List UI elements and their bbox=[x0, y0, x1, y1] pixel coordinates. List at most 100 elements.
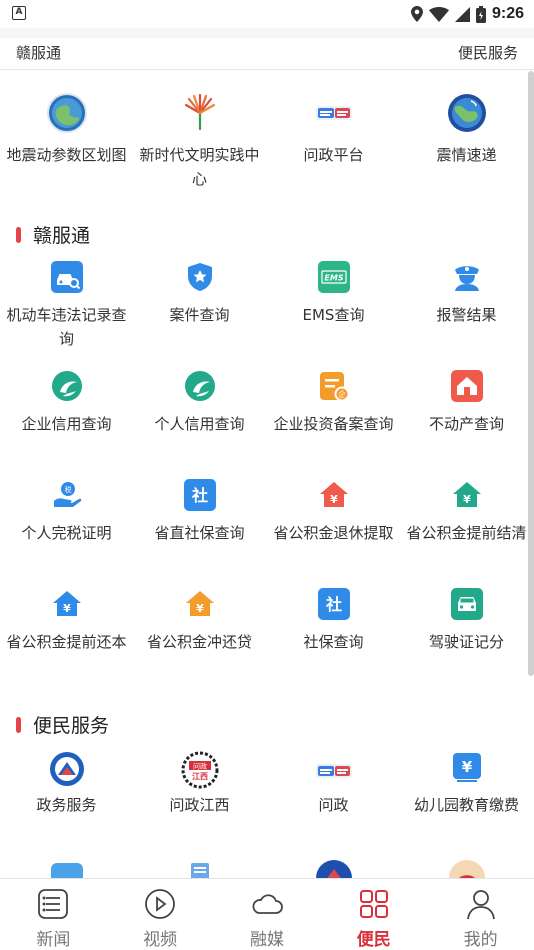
service-real-estate[interactable]: 不动产查询 bbox=[400, 370, 528, 460]
notification-badge-icon: A bbox=[12, 6, 26, 20]
service-wenzheng-jiangxi[interactable]: 问政 江西 问政江西 bbox=[133, 751, 266, 841]
government-emblem-icon bbox=[49, 752, 84, 786]
service-label: 报警结果 bbox=[436, 306, 497, 324]
signal-icon bbox=[454, 6, 470, 22]
category-row: 赣服通 便民服务 bbox=[0, 38, 534, 70]
credit-swirl-icon bbox=[51, 371, 82, 401]
svg-text:¥: ¥ bbox=[196, 602, 204, 615]
nav-video[interactable]: 视频 bbox=[107, 879, 214, 950]
service-government[interactable]: 政务服务 bbox=[0, 751, 133, 841]
service-fund-retirement[interactable]: ¥ 省公积金退休提取 bbox=[267, 479, 400, 569]
bottom-nav: 新闻 视频 融媒 便民 我的 bbox=[0, 878, 534, 950]
status-icons: 9:26 bbox=[410, 3, 524, 25]
svg-text:¥: ¥ bbox=[330, 493, 338, 506]
service-kindergarten-fee[interactable]: ¥ 幼儿园教育缴费 bbox=[400, 751, 528, 841]
service-partial-1[interactable] bbox=[0, 859, 133, 878]
document-enterprise-icon: 企 bbox=[319, 372, 349, 402]
service-vehicle-violation[interactable]: 机动车违法记录查询 bbox=[0, 261, 133, 351]
news-list-icon bbox=[38, 889, 69, 919]
service-label: 问政江西 bbox=[169, 796, 230, 814]
wifi-icon bbox=[428, 6, 449, 22]
service-label: 个人完税证明 bbox=[21, 524, 112, 542]
credit-swirl-icon bbox=[184, 371, 215, 401]
service-provincial-social-security[interactable]: 社 省直社保查询 bbox=[133, 479, 266, 569]
service-label: 不动产查询 bbox=[428, 415, 504, 433]
service-earthquake-map[interactable]: 地震动参数区划图 bbox=[0, 93, 133, 173]
nav-label: 新闻 bbox=[36, 930, 71, 950]
service-personal-credit[interactable]: 个人信用查询 bbox=[133, 370, 266, 460]
nav-label: 我的 bbox=[463, 930, 498, 950]
service-partial-4[interactable] bbox=[400, 859, 528, 878]
service-enterprise-investment[interactable]: 企 企业投资备案查询 bbox=[267, 370, 400, 460]
section-title-convenience: 便民服务 bbox=[16, 711, 109, 738]
svg-text:问政: 问政 bbox=[193, 762, 207, 771]
svg-text:¥: ¥ bbox=[463, 493, 471, 506]
house-yuan-icon: ¥ bbox=[52, 591, 81, 616]
tax-hand-icon: 税 bbox=[53, 482, 81, 507]
nav-convenience[interactable]: 便民 bbox=[320, 879, 427, 950]
status-bar: A 9:26 bbox=[0, 0, 534, 28]
service-partial-2[interactable] bbox=[133, 859, 266, 878]
service-label: 省公积金冲还贷 bbox=[146, 633, 252, 651]
category-left-link[interactable]: 赣服通 bbox=[16, 42, 61, 63]
service-tax-proof[interactable]: 税 个人完税证明 bbox=[0, 479, 133, 569]
service-social-security[interactable]: 社 社保查询 bbox=[267, 588, 400, 678]
wenzheng-logo-icon bbox=[315, 106, 352, 120]
service-label: 社保查询 bbox=[303, 633, 364, 651]
clock-time: 9:26 bbox=[491, 5, 524, 22]
section-title-text: 便民服务 bbox=[33, 715, 110, 737]
service-driver-license-points[interactable]: 驾驶证记分 bbox=[400, 588, 528, 678]
house-icon bbox=[450, 370, 483, 402]
service-fund-early-settle[interactable]: ¥ 省公积金提前结清 bbox=[400, 479, 528, 569]
category-right-link[interactable]: 便民服务 bbox=[458, 42, 518, 63]
grid-apps-icon bbox=[359, 890, 388, 918]
top-strip bbox=[0, 28, 534, 38]
nav-news[interactable]: 新闻 bbox=[0, 879, 107, 950]
svg-text:社: 社 bbox=[324, 595, 341, 614]
svg-text:企: 企 bbox=[338, 389, 346, 399]
house-yuan-icon: ¥ bbox=[452, 482, 481, 507]
service-police-report[interactable]: 报警结果 bbox=[400, 261, 528, 351]
service-ems-query[interactable]: EMS EMS查询 bbox=[267, 261, 400, 351]
services-scroll-area[interactable]: 地震动参数区划图 新时代文明实践中心 问政平台 震情速递 赣服通 机动车违法记录… bbox=[0, 71, 528, 878]
section-title-ganfutong: 赣服通 bbox=[16, 221, 90, 248]
service-label: 问政 bbox=[318, 796, 349, 814]
nav-media[interactable]: 融媒 bbox=[214, 879, 321, 950]
list-icon bbox=[190, 863, 209, 878]
house-yuan-icon: ¥ bbox=[185, 591, 214, 616]
ems-icon: EMS bbox=[317, 261, 350, 293]
car-front-icon bbox=[450, 588, 483, 620]
service-label: 政务服务 bbox=[36, 796, 97, 814]
service-label: 企业信用查询 bbox=[21, 415, 112, 433]
service-label: 省公积金退休提取 bbox=[273, 524, 394, 542]
service-earthquake-express[interactable]: 震情速递 bbox=[400, 93, 528, 173]
nav-label: 融媒 bbox=[249, 930, 284, 950]
nav-mine[interactable]: 我的 bbox=[427, 879, 534, 950]
service-fund-loan-offset[interactable]: ¥ 省公积金冲还贷 bbox=[133, 588, 266, 678]
service-wenzheng-platform[interactable]: 问政平台 bbox=[267, 93, 400, 173]
logo-emblem-icon bbox=[315, 860, 352, 878]
police-officer-icon bbox=[454, 266, 479, 291]
svg-text:江西: 江西 bbox=[192, 771, 208, 781]
service-enterprise-credit[interactable]: 企业信用查询 bbox=[0, 370, 133, 460]
scrollbar[interactable] bbox=[528, 71, 534, 676]
service-partial-3[interactable] bbox=[267, 859, 400, 878]
social-security-icon: 社 bbox=[183, 479, 216, 511]
user-icon bbox=[466, 890, 495, 920]
service-wenzheng[interactable]: 问政 bbox=[267, 751, 400, 841]
service-label: 地震动参数区划图 bbox=[6, 146, 127, 164]
civilization-logo-icon bbox=[184, 93, 215, 131]
video-play-icon bbox=[145, 889, 176, 919]
service-label: 新时代文明实践中心 bbox=[139, 146, 260, 188]
service-fund-early-repay[interactable]: ¥ 省公积金提前还本 bbox=[0, 588, 133, 678]
battery-icon bbox=[475, 5, 486, 23]
svg-text:社: 社 bbox=[190, 486, 207, 505]
service-label: 驾驶证记分 bbox=[428, 633, 504, 651]
cloud-icon bbox=[252, 894, 283, 914]
service-civilization-center[interactable]: 新时代文明实践中心 bbox=[133, 93, 266, 188]
section-title-text: 赣服通 bbox=[33, 225, 91, 247]
service-label: 幼儿园教育缴费 bbox=[413, 796, 519, 814]
service-label: EMS查询 bbox=[302, 306, 365, 324]
service-label: 问政平台 bbox=[303, 146, 364, 164]
service-case-query[interactable]: 案件查询 bbox=[133, 261, 266, 351]
